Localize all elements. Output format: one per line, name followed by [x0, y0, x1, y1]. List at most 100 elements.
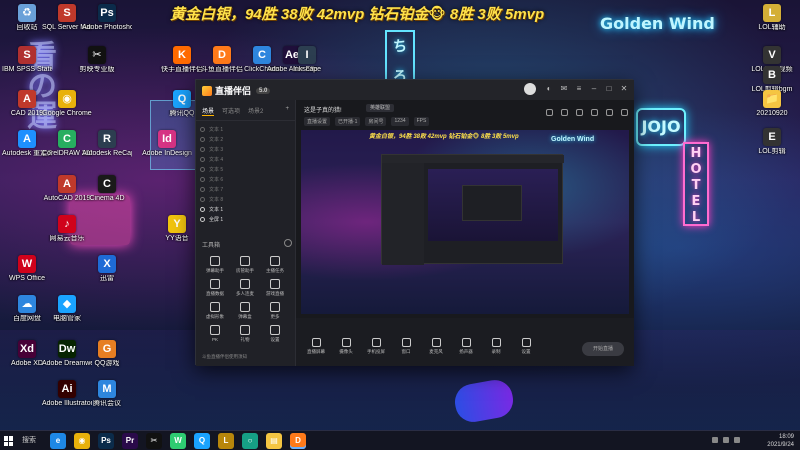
visibility-eye-icon[interactable]: [200, 136, 205, 142]
visibility-eye-icon[interactable]: [200, 146, 205, 152]
tray-ime-icon[interactable]: [734, 437, 740, 443]
share-icon[interactable]: [621, 109, 628, 116]
control-button[interactable]: 录制: [484, 338, 508, 355]
desktop-icon[interactable]: 📁 20210920: [747, 90, 797, 118]
source-item[interactable]: 文本 2: [200, 134, 291, 144]
control-button[interactable]: 扬声器: [454, 338, 478, 355]
desktop-icon[interactable]: E LOL剪辑: [747, 128, 797, 156]
source-item[interactable]: 文本 4: [200, 154, 291, 164]
toolbox-settings-icon[interactable]: [284, 239, 292, 247]
source-item[interactable]: 文本 5: [200, 164, 291, 174]
visibility-eye-icon[interactable]: [200, 126, 205, 132]
menu-icon[interactable]: ≡: [575, 85, 583, 93]
control-button[interactable]: 设置: [514, 338, 538, 355]
search-taskbar-icon[interactable]: ○: [242, 433, 258, 449]
crop-icon[interactable]: [576, 109, 583, 116]
maximize-icon[interactable]: □: [605, 85, 613, 93]
bell-icon[interactable]: [591, 109, 598, 116]
minimize-icon[interactable]: –: [590, 85, 598, 93]
desktop-icon[interactable]: Id Adobe InDesign: [142, 130, 192, 158]
visibility-eye-icon[interactable]: [200, 216, 205, 222]
tab-scene-2[interactable]: 场景2: [248, 106, 263, 116]
skin-icon[interactable]: ◐: [545, 85, 553, 93]
desktop-icon[interactable]: G QQ游戏: [82, 340, 132, 368]
message-icon[interactable]: ✉: [560, 85, 568, 93]
stream-preview[interactable]: 黄金白银，94胜 38败 42mvp 钻石铂金🐵 8胜 3败 5mvp Gold…: [301, 130, 629, 314]
lock-icon[interactable]: [561, 109, 568, 116]
toolbox-item[interactable]: 房管助手: [230, 256, 260, 274]
expand-icon[interactable]: [606, 109, 613, 116]
desktop-icon[interactable]: M 腾讯会议: [82, 380, 132, 408]
toolbox-item[interactable]: 更多: [260, 302, 290, 320]
desktop-icon[interactable]: X 迅雷: [82, 255, 132, 283]
stream-meta-item[interactable]: 1234: [391, 117, 409, 126]
capcut-taskbar-icon[interactable]: ✂: [146, 433, 162, 449]
tab-options[interactable]: 可选项: [222, 106, 240, 116]
add-scene-icon[interactable]: +: [285, 106, 289, 116]
stream-meta-item[interactable]: 直播设置: [304, 117, 331, 126]
source-item[interactable]: 文本 3: [200, 144, 291, 154]
wechat-taskbar-icon[interactable]: W: [170, 433, 186, 449]
chrome-taskbar-icon[interactable]: ◉: [74, 433, 90, 449]
toolbox-item[interactable]: 礼物: [230, 325, 260, 343]
source-item[interactable]: 文本 1: [200, 204, 291, 214]
control-button[interactable]: 窗口: [394, 338, 418, 355]
stream-title[interactable]: 这是子真的猎!: [304, 105, 342, 114]
qq-taskbar-icon[interactable]: Q: [194, 433, 210, 449]
desktop-icon[interactable]: I Inkscape: [282, 46, 332, 74]
stream-meta-item[interactable]: FPS: [413, 117, 430, 126]
app-titlebar[interactable]: 直播伴侣 5.0 ◐ ✉ ≡ – □ ✕: [196, 80, 634, 100]
source-item[interactable]: 文本 6: [200, 174, 291, 184]
desktop-icon[interactable]: ✂ 剪映专业版: [72, 46, 122, 74]
close-icon[interactable]: ✕: [620, 85, 628, 93]
toolbox-item[interactable]: 设置: [260, 325, 290, 343]
toolbox-item[interactable]: 弹幕盒: [230, 302, 260, 320]
toolbox-item[interactable]: 直播数据: [200, 279, 230, 297]
control-button[interactable]: 直播屏幕: [304, 338, 328, 355]
stream-meta-item[interactable]: 房间号: [365, 117, 387, 126]
photoshop-taskbar-icon[interactable]: Ps: [98, 433, 114, 449]
tray-volume-icon[interactable]: [723, 437, 729, 443]
visibility-eye-icon[interactable]: [200, 156, 205, 162]
start-button[interactable]: [4, 436, 14, 446]
toolbox-item[interactable]: 多人连麦: [230, 279, 260, 297]
toolbox-item[interactable]: 弹幕助手: [200, 256, 230, 274]
source-item[interactable]: 文本 1: [200, 124, 291, 134]
taskbar-search[interactable]: 搜索: [22, 434, 52, 448]
control-button[interactable]: 手机投屏: [364, 338, 388, 355]
visibility-eye-icon[interactable]: [200, 176, 205, 182]
source-item[interactable]: 全屏 1: [200, 214, 291, 224]
visibility-eye-icon[interactable]: [200, 166, 205, 172]
stream-meta-item[interactable]: 已开播·1: [335, 117, 361, 126]
lol-taskbar-icon[interactable]: L: [218, 433, 234, 449]
toolbox-item[interactable]: PK: [200, 325, 230, 343]
desktop-icon[interactable]: W WPS Office: [2, 255, 52, 283]
start-live-button[interactable]: 开始直播: [582, 342, 624, 356]
source-item[interactable]: 文本 8: [200, 194, 291, 204]
premiere-taskbar-icon[interactable]: Pr: [122, 433, 138, 449]
control-button[interactable]: 摄像头: [334, 338, 358, 355]
user-avatar[interactable]: [524, 83, 536, 95]
visibility-eye-icon[interactable]: [200, 206, 205, 212]
edge-icon[interactable]: e: [50, 433, 66, 449]
desktop-icon[interactable]: ◆ 电脑管家: [42, 295, 92, 323]
visibility-eye-icon[interactable]: [200, 196, 205, 202]
douyu-taskbar-icon[interactable]: D: [290, 433, 306, 449]
tray-network-icon[interactable]: [712, 437, 718, 443]
toolbox-item[interactable]: 主播任务: [260, 256, 290, 274]
control-button[interactable]: 麦克风: [424, 338, 448, 355]
tab-scene[interactable]: 场景: [202, 106, 215, 116]
desktop-icon[interactable]: S IBM SPSS Statistics 21: [2, 46, 52, 74]
desktop-icon[interactable]: ♪ 网易云音乐: [42, 215, 92, 243]
visibility-eye-icon[interactable]: [200, 186, 205, 192]
clock[interactable]: 18:09 2021/9/24: [767, 433, 794, 449]
desktop-icon[interactable]: R Autodesk ReCap: [82, 130, 132, 158]
files-taskbar-icon[interactable]: ▤: [266, 433, 282, 449]
desktop-icon[interactable]: Ps Adobe Photoshop: [82, 4, 132, 32]
desktop-icon[interactable]: C Cinema 4D: [82, 175, 132, 203]
layout-icon[interactable]: [546, 109, 553, 116]
usage-notice-link[interactable]: 斗鱼直播伴侣使用须知: [202, 354, 247, 360]
source-item[interactable]: 文本 7: [200, 184, 291, 194]
toolbox-item[interactable]: 游戏直播: [260, 279, 290, 297]
category-chip[interactable]: 英雄联盟: [366, 104, 395, 112]
